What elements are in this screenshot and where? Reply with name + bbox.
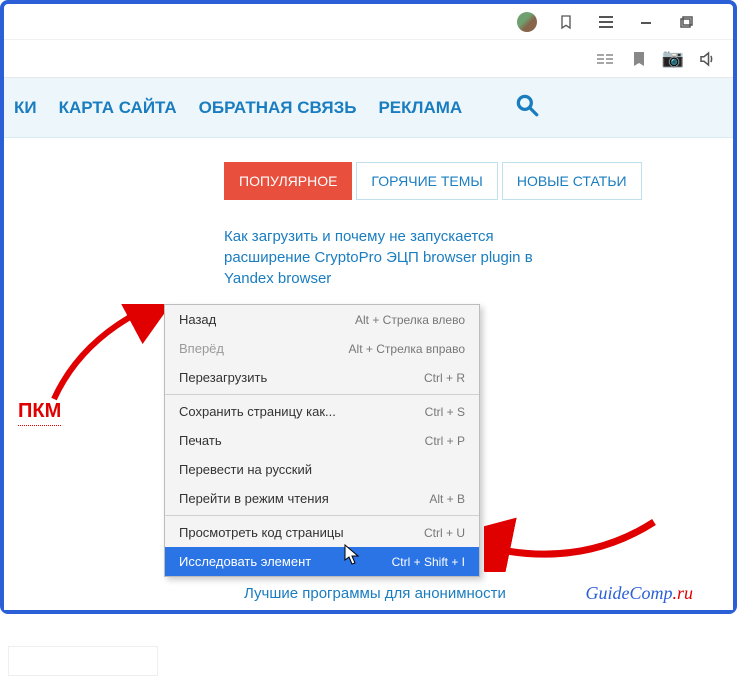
browser-titlebar (4, 4, 733, 40)
ctx-label: Перевести на русский (179, 462, 312, 477)
ctx-label: Исследовать элемент (179, 554, 311, 569)
search-icon[interactable] (514, 92, 540, 123)
ctx-label: Просмотреть код страницы (179, 525, 344, 540)
ctx-label: Перейти в режим чтения (179, 491, 329, 506)
sound-icon[interactable] (697, 49, 717, 69)
ctx-label: Сохранить страницу как... (179, 404, 336, 419)
watermark-text: GuideComp (585, 583, 672, 603)
tab-popular[interactable]: ПОПУЛЯРНОЕ (224, 162, 352, 200)
article-link[interactable]: Как загрузить и почему не запускается ра… (224, 226, 564, 289)
content-tabs: ПОПУЛЯРНОЕ ГОРЯЧИЕ ТЕМЫ НОВЫЕ СТАТЬИ (224, 162, 733, 200)
ctx-label: Печать (179, 433, 222, 448)
ctx-shortcut: Alt + Стрелка влево (355, 313, 465, 327)
extension-camera-icon[interactable]: 📷 (663, 49, 683, 69)
reader-mode-icon[interactable] (595, 49, 615, 69)
ctx-view-source[interactable]: Просмотреть код страницы Ctrl + U (165, 518, 479, 547)
nav-item-feedback[interactable]: ОБРАТНАЯ СВЯЗЬ (199, 98, 357, 118)
ctx-save-as[interactable]: Сохранить страницу как... Ctrl + S (165, 397, 479, 426)
nav-item-sitemap[interactable]: КАРТА САЙТА (59, 98, 177, 118)
ctx-shortcut: Alt + B (429, 492, 465, 506)
ctx-shortcut: Ctrl + P (425, 434, 465, 448)
annotation-pkm-label: ПКМ (18, 400, 61, 426)
tab-new[interactable]: НОВЫЕ СТАТЬИ (502, 162, 642, 200)
ctx-print[interactable]: Печать Ctrl + P (165, 426, 479, 455)
minimize-icon[interactable] (635, 11, 657, 33)
tab-hot[interactable]: ГОРЯЧИЕ ТЕМЫ (356, 162, 497, 200)
ctx-inspect-element[interactable]: Исследовать элемент Ctrl + Shift + I (165, 547, 479, 576)
ctx-shortcut: Alt + Стрелка вправо (349, 342, 465, 356)
ctx-translate[interactable]: Перевести на русский (165, 455, 479, 484)
ctx-forward: Вперёд Alt + Стрелка вправо (165, 334, 479, 363)
side-widget (8, 646, 158, 676)
footer-article-link[interactable]: Лучшие программы для анонимности (244, 585, 506, 602)
ctx-back[interactable]: Назад Alt + Стрелка влево (165, 305, 479, 334)
profile-avatar[interactable] (517, 12, 537, 32)
context-menu: Назад Alt + Стрелка влево Вперёд Alt + С… (164, 304, 480, 577)
ctx-reload[interactable]: Перезагрузить Ctrl + R (165, 363, 479, 392)
bookmark-icon[interactable] (555, 11, 577, 33)
nav-item-partial[interactable]: КИ (14, 98, 37, 118)
ctx-reader-mode[interactable]: Перейти в режим чтения Alt + B (165, 484, 479, 513)
browser-toolbar: 📷 (4, 40, 733, 78)
nav-item-ads[interactable]: РЕКЛАМА (378, 98, 462, 118)
watermark-suffix: .ru (672, 583, 693, 603)
ctx-shortcut: Ctrl + R (424, 371, 465, 385)
ctx-label: Назад (179, 312, 216, 327)
ctx-separator (165, 394, 479, 395)
maximize-icon[interactable] (675, 11, 697, 33)
ctx-shortcut: Ctrl + S (425, 405, 465, 419)
ctx-shortcut: Ctrl + Shift + I (392, 555, 465, 569)
watermark: GuideComp.ru (585, 583, 693, 604)
ctx-label: Перезагрузить (179, 370, 267, 385)
ctx-shortcut: Ctrl + U (424, 526, 465, 540)
site-nav: КИ КАРТА САЙТА ОБРАТНАЯ СВЯЗЬ РЕКЛАМА (4, 78, 733, 138)
ctx-separator (165, 515, 479, 516)
ctx-label: Вперёд (179, 341, 224, 356)
menu-icon[interactable] (595, 11, 617, 33)
bookmark-page-icon[interactable] (629, 49, 649, 69)
